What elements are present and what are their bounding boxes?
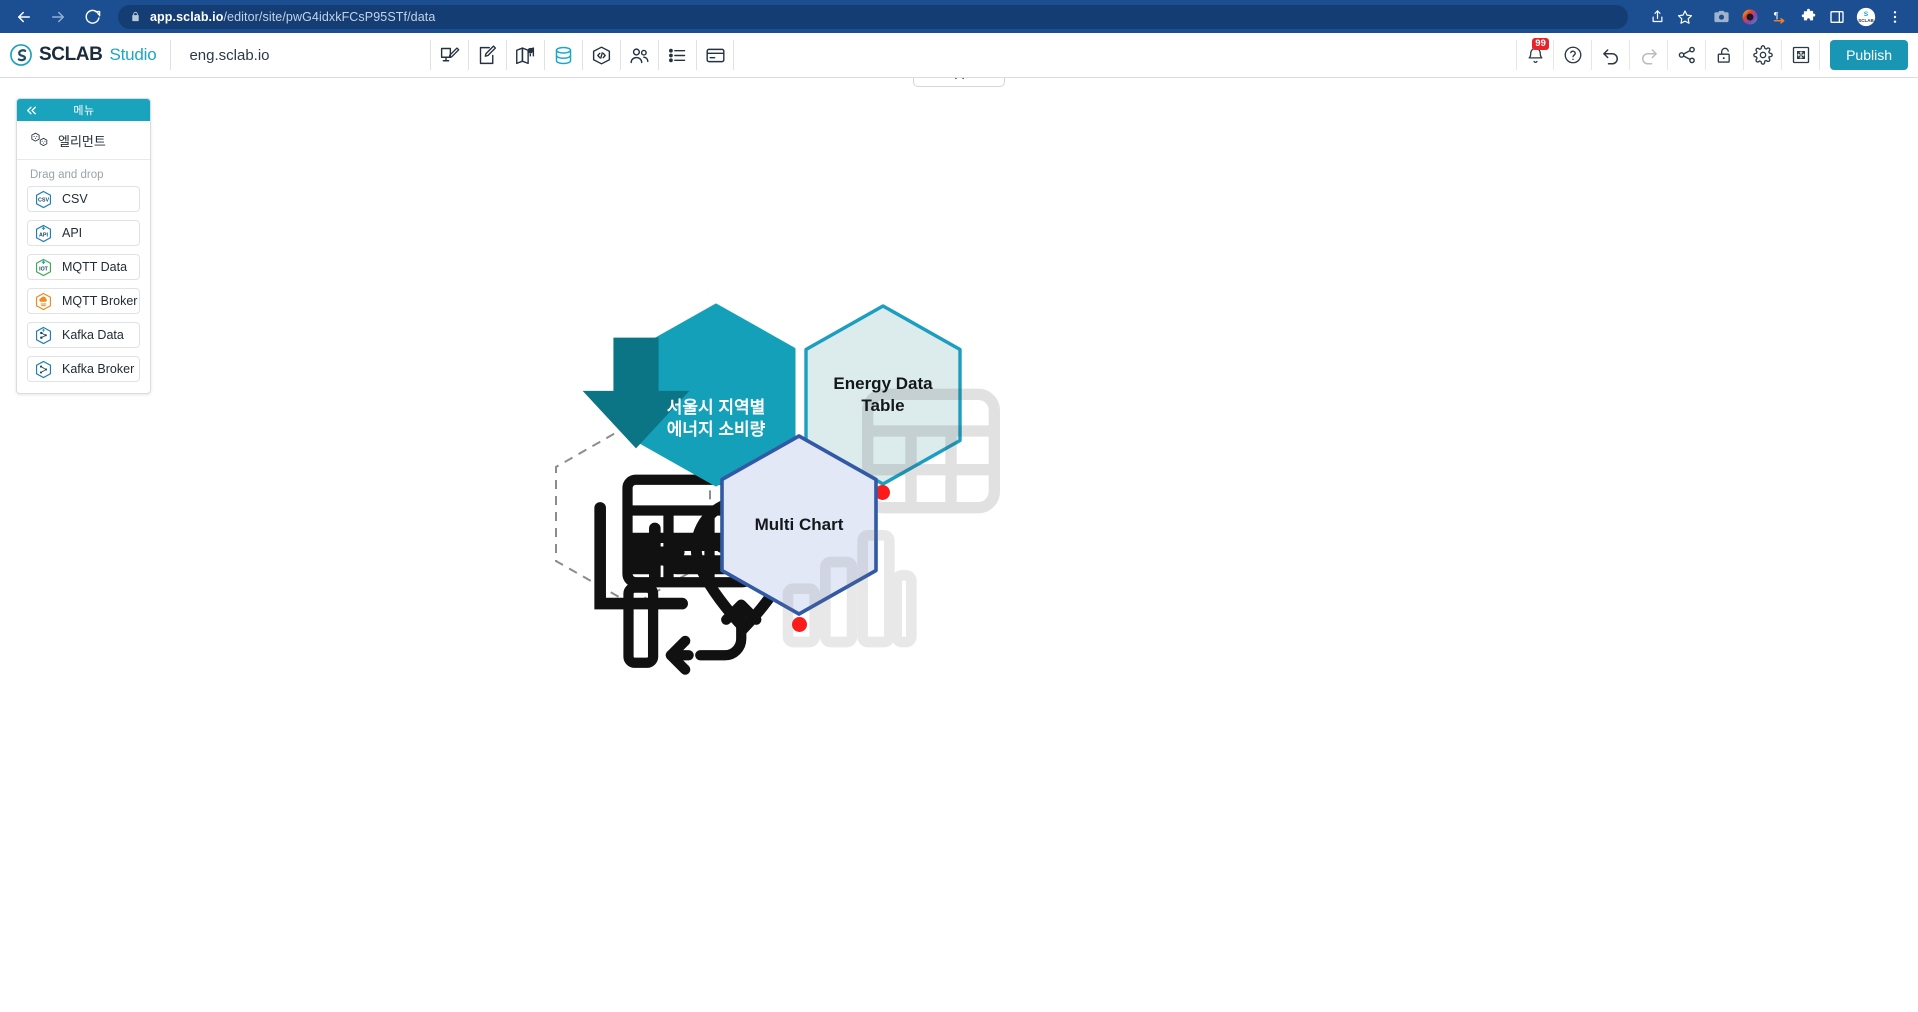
sidebar-title: 메뉴: [38, 102, 142, 118]
map-pin-icon[interactable]: [506, 40, 544, 70]
gear-icon[interactable]: [1744, 40, 1782, 70]
question-circle-icon[interactable]: [1554, 40, 1592, 70]
kafka-data-hexagon-icon: [34, 326, 53, 345]
svg-text:SCLAB: SCLAB: [1858, 18, 1874, 23]
screen-edit-icon[interactable]: [430, 40, 468, 70]
code-hexagon-icon[interactable]: [582, 40, 620, 70]
omnibox-actions: [1644, 4, 1698, 30]
chrome-menu-icon[interactable]: [1882, 4, 1908, 30]
share-upload-icon[interactable]: [1644, 4, 1670, 30]
status-dot: [792, 617, 807, 632]
bar-chart-icon: [768, 490, 928, 674]
sidebar-item-mqtt-broker[interactable]: MQTT Broker: [27, 288, 140, 314]
sidebar-item-mqtt-data[interactable]: IOT MQTT Data: [27, 254, 140, 280]
sidebar-item-kafka-broker[interactable]: Kafka Broker: [27, 356, 140, 382]
address-bar[interactable]: app.sclab.io/editor/site/pwG4idxkFCsP95S…: [118, 5, 1628, 29]
sidebar-item-api[interactable]: API API: [27, 220, 140, 246]
puzzle-extensions-icon[interactable]: [1795, 4, 1821, 30]
sidebar-element-label: 엘리먼트: [58, 131, 106, 150]
database-icon[interactable]: [544, 40, 582, 70]
iot-hexagon-icon: IOT: [34, 258, 53, 277]
side-panel-icon[interactable]: [1824, 4, 1850, 30]
header-right-tools: 99 Publish: [1516, 40, 1918, 70]
star-icon[interactable]: [1672, 4, 1698, 30]
card-icon[interactable]: [696, 40, 734, 70]
unlock-icon[interactable]: [1706, 40, 1744, 70]
svg-text:CSV: CSV: [38, 197, 49, 203]
pilcrow-extension-icon[interactable]: ¶: [1766, 4, 1792, 30]
api-hexagon-icon: API: [34, 224, 53, 243]
svg-text:API: API: [39, 232, 48, 238]
people-icon[interactable]: [620, 40, 658, 70]
browser-extensions: ¶ SSCLAB: [1704, 4, 1908, 30]
svg-text:¶: ¶: [1773, 11, 1778, 22]
csv-hexagon-icon: CSV: [34, 190, 53, 209]
canvas-area[interactable]: 메뉴 엘리먼트 Drag and drop CSV CSV: [0, 78, 1918, 1011]
sidebar-item-element[interactable]: 엘리먼트: [17, 121, 150, 160]
browser-toolbar: app.sclab.io/editor/site/pwG4idxkFCsP95S…: [0, 0, 1918, 33]
sclab-profile-avatar[interactable]: SSCLAB: [1853, 4, 1879, 30]
color-wheel-extension-icon[interactable]: [1737, 4, 1763, 30]
url-text: app.sclab.io/editor/site/pwG4idxkFCsP95S…: [150, 10, 435, 24]
back-arrow-icon[interactable]: [10, 3, 38, 31]
reload-icon[interactable]: [78, 3, 106, 31]
svg-text:IOT: IOT: [39, 266, 49, 272]
document-edit-icon[interactable]: [468, 40, 506, 70]
drag-and-drop-label: Drag and drop: [17, 160, 150, 186]
share-nodes-icon[interactable]: [1668, 40, 1706, 70]
sidebar-header: 메뉴: [17, 99, 150, 121]
sidebar-item-csv[interactable]: CSV CSV: [27, 186, 140, 212]
sidebar-item-label: Kafka Data: [62, 328, 124, 342]
sidebar-item-label: Kafka Broker: [62, 362, 134, 376]
kafka-broker-hexagon-icon: [34, 360, 53, 379]
sclab-logo-icon: [10, 44, 32, 66]
site-name[interactable]: eng.sclab.io: [170, 40, 330, 70]
sidebar-item-label: MQTT Broker: [62, 294, 137, 308]
notification-badge: 99: [1532, 38, 1549, 50]
list-icon[interactable]: [658, 40, 696, 70]
chevron-up-icon[interactable]: [913, 78, 1005, 87]
brand-subtitle: Studio: [109, 45, 156, 65]
undo-icon[interactable]: [1592, 40, 1630, 70]
sidebar-item-label: API: [62, 226, 82, 240]
sidebar-element-list: CSV CSV API API IOT MQTT Data: [17, 186, 150, 393]
app-header: SCLAB Studio eng.sclab.io: [0, 33, 1918, 78]
sidebar-item-label: MQTT Data: [62, 260, 127, 274]
lock-icon: [130, 10, 141, 23]
publish-button[interactable]: Publish: [1830, 40, 1908, 70]
bell-icon[interactable]: 99: [1516, 40, 1554, 70]
redo-icon[interactable]: [1630, 40, 1668, 70]
forward-arrow-icon[interactable]: [44, 3, 72, 31]
mqtt-broker-hexagon-icon: [34, 292, 53, 311]
camera-extension-icon[interactable]: [1708, 4, 1734, 30]
editor-tool-group: [430, 40, 734, 70]
download-arrow-icon: [556, 303, 716, 487]
element-hexagon-icon: [30, 131, 49, 150]
brand-name: SCLAB: [39, 44, 102, 66]
fullscreen-icon[interactable]: [1782, 40, 1820, 70]
double-chevron-left-icon[interactable]: [25, 104, 38, 117]
brand-logo-group[interactable]: SCLAB Studio: [0, 33, 170, 77]
node-multi-chart[interactable]: Multi Chart: [719, 433, 879, 617]
element-sidebar: 메뉴 엘리먼트 Drag and drop CSV CSV: [16, 98, 151, 394]
svg-text:S: S: [1864, 10, 1869, 17]
sidebar-item-kafka-data[interactable]: Kafka Data: [27, 322, 140, 348]
sidebar-item-label: CSV: [62, 192, 88, 206]
